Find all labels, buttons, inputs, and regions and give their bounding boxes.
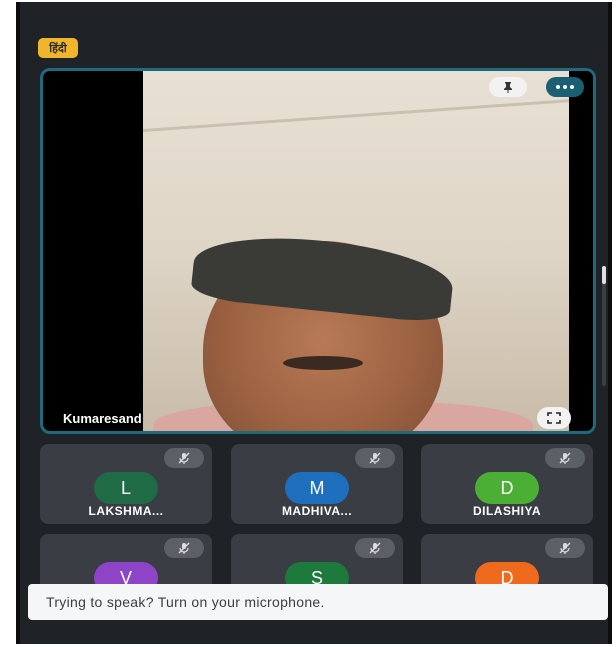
scrollbar[interactable] xyxy=(602,266,606,386)
fullscreen-icon xyxy=(547,412,561,424)
participant-name: MADHIVA... xyxy=(281,504,353,518)
mic-muted-indicator xyxy=(545,538,585,558)
more-dot xyxy=(570,85,574,89)
mic-muted-indicator xyxy=(164,538,204,558)
avatar: M xyxy=(285,472,349,504)
mic-off-icon xyxy=(178,452,190,464)
pin-button[interactable] xyxy=(489,77,527,97)
more-options-button[interactable] xyxy=(546,77,584,97)
more-options-icon xyxy=(556,85,560,89)
participant-name: DILASHIYA xyxy=(472,504,542,518)
participant-tile[interactable]: D DILASHIYA xyxy=(421,444,593,524)
fullscreen-button[interactable] xyxy=(537,407,571,429)
mic-muted-indicator xyxy=(355,538,395,558)
language-badge[interactable]: हिंदी xyxy=(38,38,78,58)
mic-muted-indicator xyxy=(164,448,204,468)
main-video-tile[interactable]: Kumaresand xyxy=(40,68,596,434)
toast-message: Trying to speak? Turn on your microphone… xyxy=(46,594,325,610)
wall-line xyxy=(143,99,569,132)
mic-off-icon xyxy=(559,542,571,554)
pin-icon xyxy=(504,82,512,93)
participant-name-label: Kumaresand xyxy=(63,411,142,426)
more-dot xyxy=(563,85,567,89)
video-letterbox xyxy=(569,71,593,431)
language-badge-label: हिंदी xyxy=(49,42,67,55)
participant-name: LAKSHMA... xyxy=(88,504,164,518)
microphone-toast[interactable]: Trying to speak? Turn on your microphone… xyxy=(28,584,608,620)
person-mustache xyxy=(283,356,363,370)
participant-tile[interactable]: L LAKSHMA... xyxy=(40,444,212,524)
mic-muted-indicator xyxy=(355,448,395,468)
participant-video xyxy=(143,71,569,431)
participant-tile[interactable]: M MADHIVA... xyxy=(231,444,403,524)
avatar: D xyxy=(475,472,539,504)
mic-off-icon xyxy=(369,452,381,464)
meeting-screen: हिंदी Kumaresand L LAKSHMA... M MADHIVA.… xyxy=(16,2,612,644)
mic-muted-indicator xyxy=(545,448,585,468)
avatar: L xyxy=(94,472,158,504)
mic-off-icon xyxy=(559,452,571,464)
scrollbar-thumb[interactable] xyxy=(602,266,606,284)
mic-off-icon xyxy=(369,542,381,554)
mic-off-icon xyxy=(178,542,190,554)
